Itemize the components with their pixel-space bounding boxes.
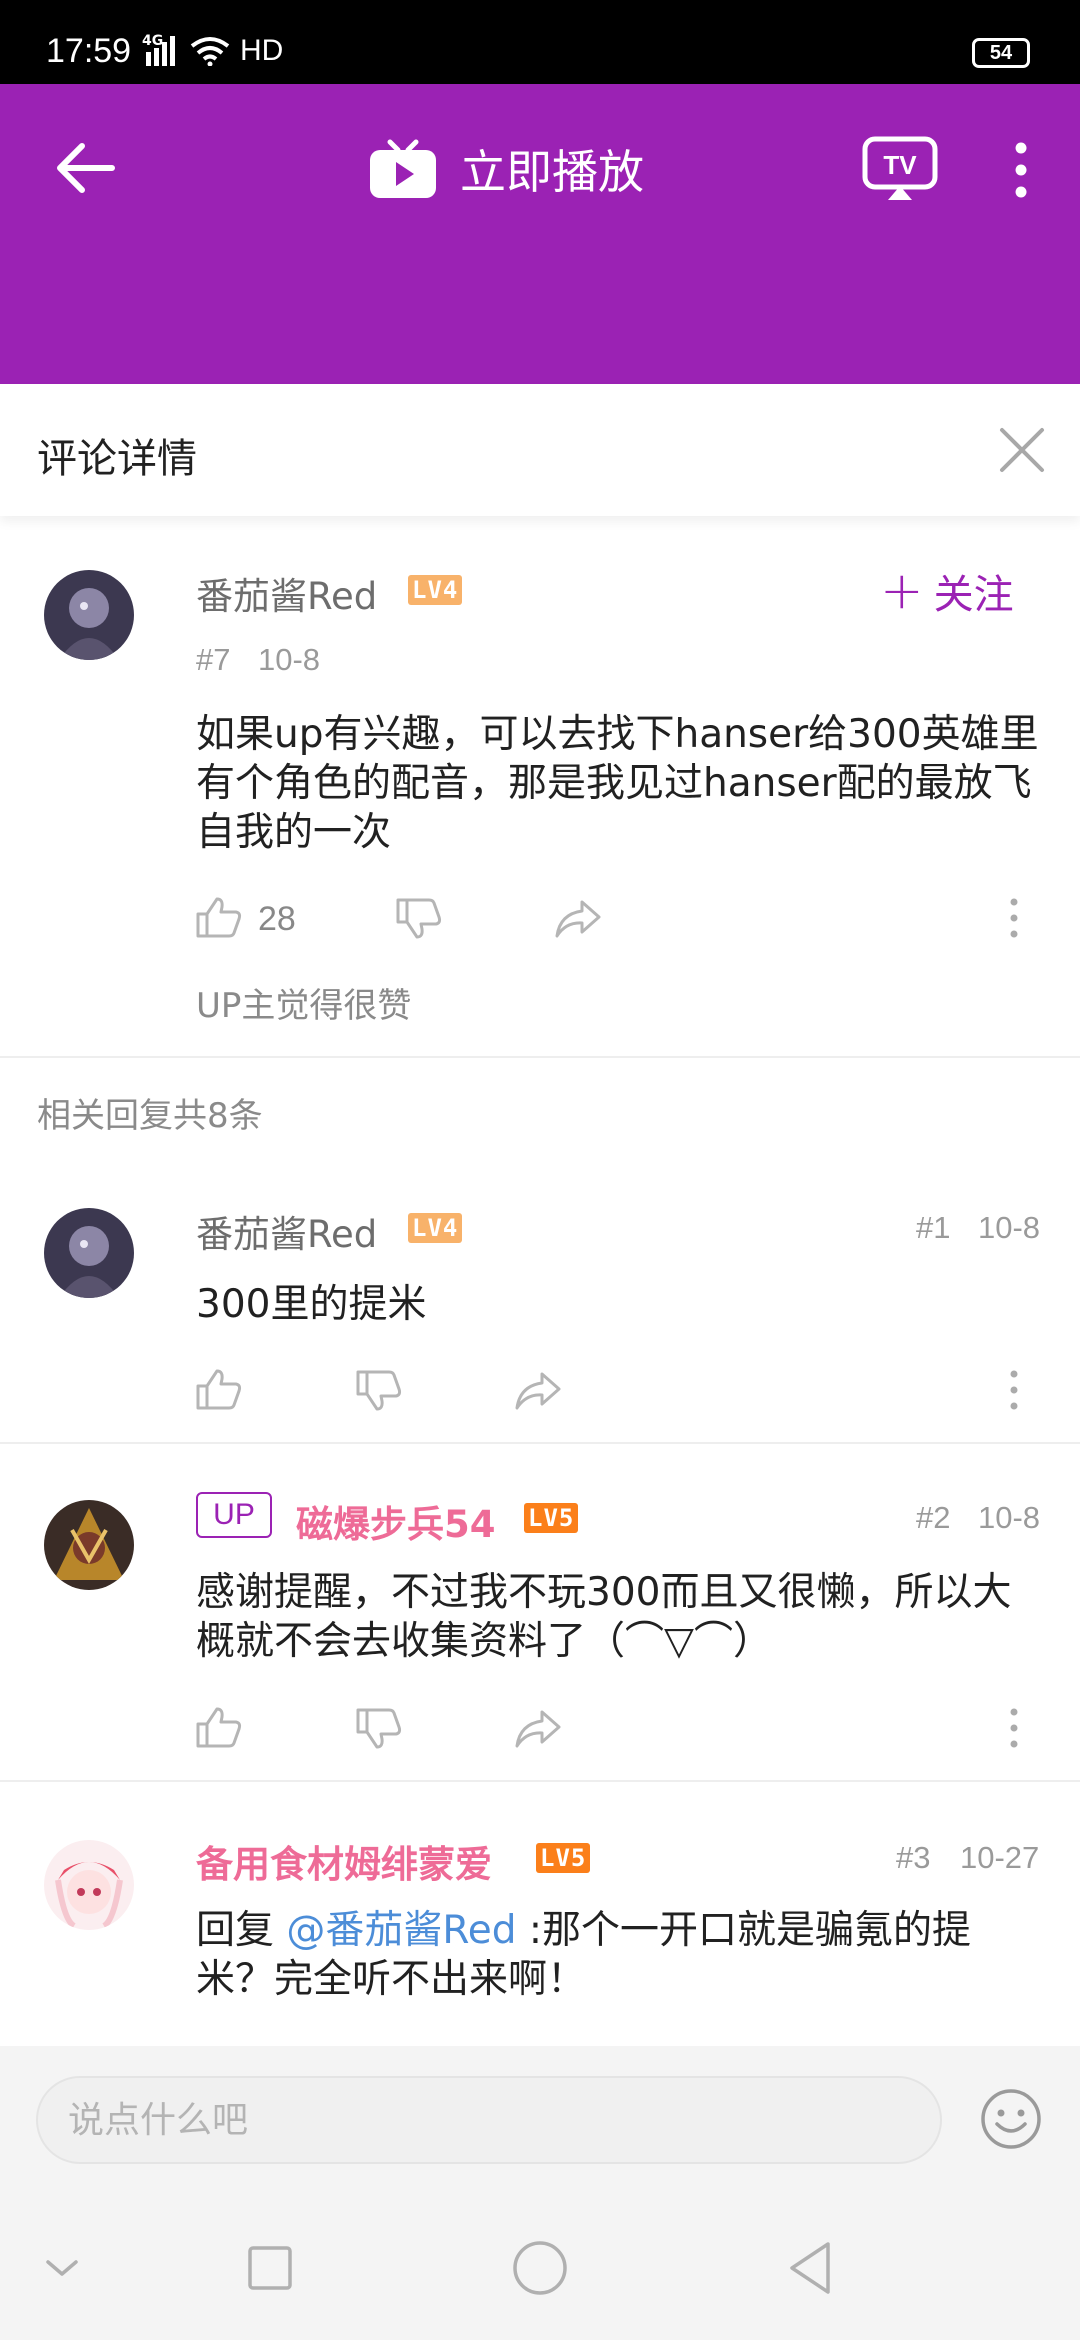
share-icon[interactable] [514,1370,562,1410]
reply-prefix: 回复 [196,1908,287,1953]
more-menu-icon[interactable] [1006,140,1036,200]
reply-floor: #1 [916,1210,951,1245]
reply-floor: #2 [916,1500,951,1535]
share-icon[interactable] [514,1708,562,1748]
cellular-signal-icon: 4G [142,34,180,66]
tv-play-icon [370,139,436,198]
wifi-icon [190,37,230,66]
avatar-image [44,1500,134,1590]
reply-date: 10-8 [978,1210,1041,1245]
status-bar: 17:59 4G HD 54 [0,0,1080,84]
recent-apps-icon[interactable] [238,2236,302,2300]
dislike-icon[interactable] [356,1708,402,1750]
like-icon[interactable] [196,896,242,938]
level-badge: LV4 [408,1213,463,1243]
reply-text: 300里的提米 [196,1282,427,1327]
avatar[interactable] [44,1840,134,1930]
level-badge: LV5 [536,1843,591,1873]
divider [0,1780,1080,1782]
share-icon[interactable] [554,898,602,938]
status-time: 17:59 [46,32,132,70]
chevron-down-icon[interactable] [30,2236,94,2300]
comment-text: 如果up有兴趣，可以去找下hanser给300英雄里有个角色的配音，那是我见过h… [196,712,1039,855]
like-icon[interactable] [196,1368,242,1410]
avatar[interactable] [44,1208,134,1298]
reply-text: 回复 @番茄酱Red :那个一开口就是骗氪的提米？完全听不出来啊！ [196,1906,1046,2004]
home-icon[interactable] [508,2236,572,2300]
reply-more-icon[interactable] [1008,1370,1020,1410]
like-count: 28 [258,900,296,938]
status-icons: 4G HD [142,34,283,68]
hd-indicator: HD [240,34,284,67]
comment-input[interactable] [38,2078,940,2162]
back-arrow-icon[interactable] [52,140,116,196]
replies-count: 相关回复共8条 [37,1096,263,1136]
reply-date: 10-8 [978,1500,1041,1535]
follow-button[interactable]: + 关注 [880,562,1014,620]
back-triangle-icon[interactable] [778,2236,842,2300]
comment-input-bar [0,2046,1080,2196]
divider [0,1442,1080,1444]
up-badge: UP [196,1492,272,1538]
comment-username[interactable]: 番茄酱Red [196,566,377,620]
mention-link[interactable]: @番茄酱Red [286,1908,516,1953]
close-icon[interactable] [996,424,1048,476]
avatar-image [44,570,134,660]
comment-input-container [36,2076,942,2164]
dislike-icon[interactable] [356,1370,402,1412]
like-icon[interactable] [196,1706,242,1748]
up-liked-label: UP主觉得很赞 [196,986,412,1026]
reply-text: 感谢提醒，不过我不玩300而且又很懒，所以大概就不会去收集资料了（⌒▽⌒） [196,1570,1012,1664]
emoji-icon[interactable] [980,2088,1042,2150]
reply-username[interactable]: 磁爆步兵54 [296,1494,496,1548]
comment-floor: #7 [196,642,231,677]
follow-label: 关注 [933,572,1014,618]
avatar-image [44,1208,134,1298]
system-nav-bar [0,2196,1080,2340]
reply-floor: #3 [896,1840,931,1875]
play-now-button[interactable]: 立即播放 [368,136,644,202]
avatar-image [44,1840,134,1930]
dislike-icon[interactable] [396,898,442,940]
battery-icon: 54 [972,38,1030,68]
comment-detail-header: 评论详情 [0,384,1080,516]
level-badge: LV5 [524,1503,579,1533]
reply-date: 10-27 [960,1840,1040,1875]
comment-date: 10-8 [258,642,321,677]
reply-username[interactable]: 番茄酱Red [196,1204,377,1258]
reply-more-icon[interactable] [1008,1708,1020,1748]
level-badge: LV4 [408,575,463,605]
comment-more-icon[interactable] [1008,898,1020,938]
plus-icon: + [880,561,924,621]
replies-header: 相关回复共8条 [0,1058,1080,1166]
app-bar: 立即播放 TV [0,84,1080,384]
reply-username[interactable]: 备用食材姆绯蒙爱 [196,1834,492,1888]
svg-text:TV: TV [883,150,917,180]
avatar[interactable] [44,570,134,660]
avatar[interactable] [44,1500,134,1590]
play-now-label: 立即播放 [460,145,644,199]
cast-tv-icon[interactable]: TV [862,136,938,202]
page-title: 评论详情 [37,436,197,482]
